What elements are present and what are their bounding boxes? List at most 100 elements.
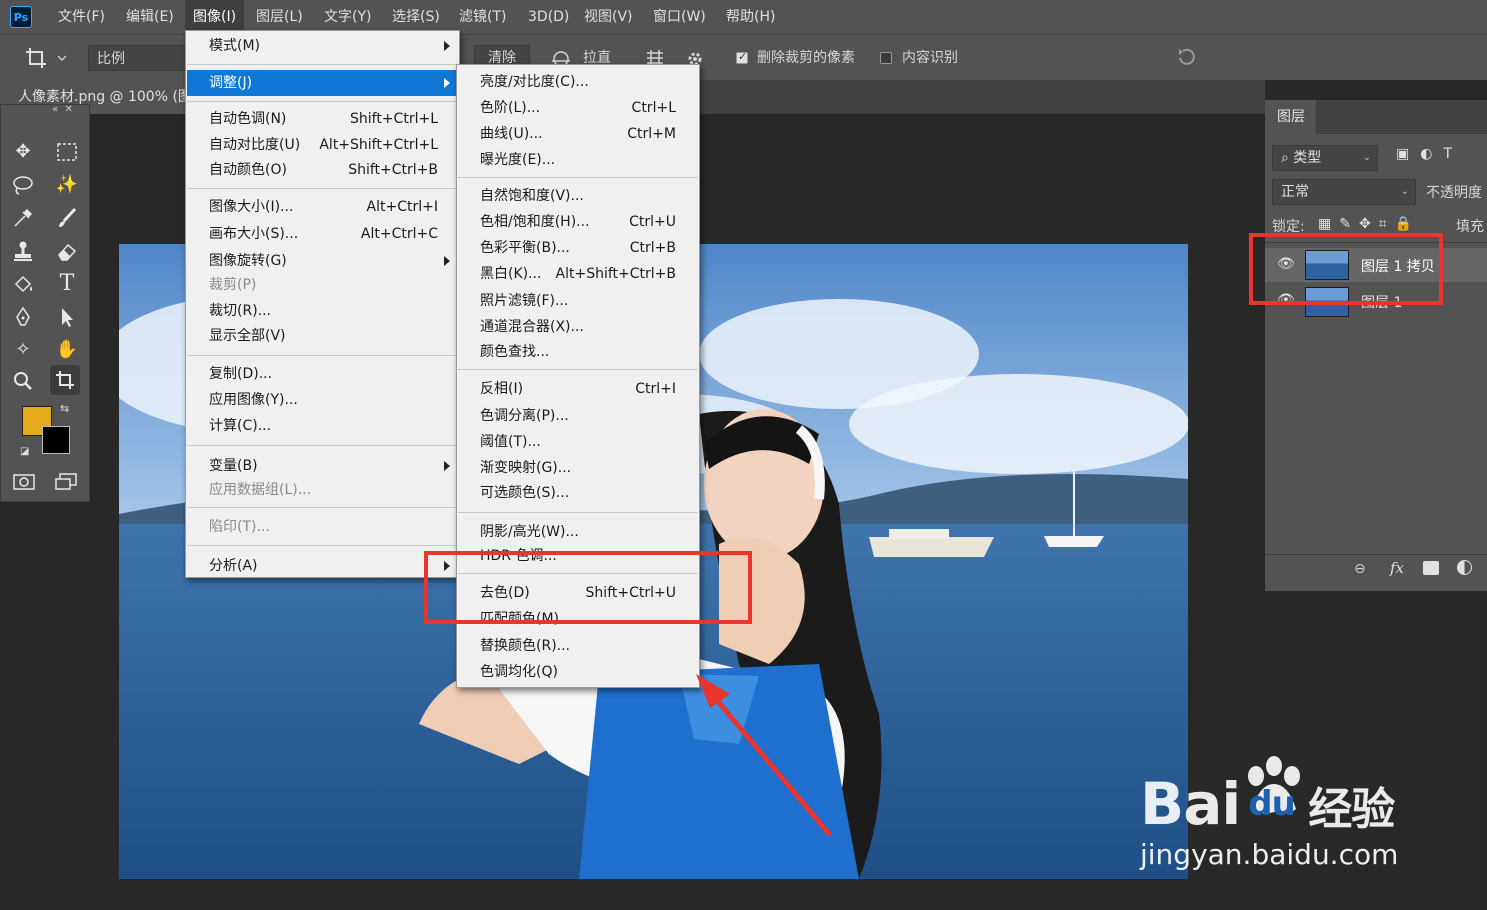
tab-layers[interactable]: 图层 <box>1265 100 1317 134</box>
menu-item[interactable]: 调整(J) <box>187 70 458 96</box>
menu-item-shortcut: Ctrl+M <box>627 126 676 142</box>
menu-item[interactable]: 阈值(T)... <box>458 429 698 455</box>
menu-item[interactable]: 自动颜色(O) Shift+Ctrl+B <box>187 157 458 183</box>
menu-item[interactable]: 反相(I) Ctrl+I <box>458 376 698 402</box>
hand-tool-icon[interactable]: ✋ <box>52 335 82 365</box>
menu-item[interactable]: 曲线(U)... Ctrl+M <box>458 121 698 147</box>
magic-wand-tool-icon[interactable]: ✨ <box>52 170 82 200</box>
menu-item-label: 自动色调(N) <box>209 111 287 127</box>
move-tool-icon[interactable]: ✥ <box>8 137 38 167</box>
menu-item[interactable]: 色相/饱和度(H)... Ctrl+U <box>458 209 698 235</box>
layer-filter-select[interactable]: ⌕ 类型 ⌄ <box>1272 145 1378 171</box>
menu-item-label: 照片滤镜(F)... <box>480 293 569 309</box>
menu-item[interactable]: 阴影/高光(W)... <box>458 519 698 545</box>
menu-item[interactable]: 自动色调(N) Shift+Ctrl+L <box>187 106 458 132</box>
baidu-watermark-url: jingyan.baidu.com <box>1140 838 1399 871</box>
menu-item[interactable]: 色调均化(Q) <box>458 659 698 685</box>
brush-tool-icon[interactable] <box>52 203 82 233</box>
content-aware-checkbox[interactable] <box>880 52 892 64</box>
type-tool-icon[interactable]: T <box>52 269 82 299</box>
menu-item[interactable]: 色调分离(P)... <box>458 403 698 429</box>
menu-item[interactable]: 分析(A) <box>187 553 458 579</box>
link-layers-icon[interactable]: ⊖ <box>1354 561 1366 577</box>
layer-filter-icons[interactable]: ▣◐T <box>1396 146 1476 168</box>
paint-bucket-tool-icon[interactable] <box>8 269 38 299</box>
submenu-arrow-icon <box>444 256 450 266</box>
menu-item-label: 应用图像(Y)... <box>209 392 298 408</box>
custom-shape-tool-icon[interactable]: ✧ <box>8 335 38 365</box>
menu-item[interactable]: 复制(D)... <box>187 361 458 387</box>
menu-item[interactable]: 色阶(L)... Ctrl+L <box>458 95 698 121</box>
crop-tool-icon[interactable] <box>50 365 80 395</box>
menu-file[interactable]: 文件(F) <box>50 0 113 34</box>
menu-item[interactable]: 色彩平衡(B)... Ctrl+B <box>458 235 698 261</box>
menu-item[interactable]: 照片滤镜(F)... <box>458 288 698 314</box>
menu-image[interactable]: 图像(I) <box>185 0 245 34</box>
swap-colors-icon[interactable]: ⇆ <box>60 402 76 416</box>
menu-item[interactable]: 曝光度(E)... <box>458 147 698 173</box>
fx-icon[interactable]: fx <box>1390 559 1404 577</box>
quick-mask-icon[interactable] <box>12 472 36 492</box>
menu-item[interactable]: 亮度/对比度(C)... <box>458 69 698 95</box>
menu-item[interactable]: 模式(M) <box>187 33 458 59</box>
menu-item[interactable]: 陷印(T)... <box>187 514 458 540</box>
crop-tool-preset-picker[interactable] <box>22 44 72 72</box>
photoshop-logo-icon[interactable]: Ps <box>10 6 32 28</box>
add-mask-icon[interactable] <box>1423 561 1439 575</box>
menu-item[interactable]: 图像大小(I)... Alt+Ctrl+I <box>187 194 458 220</box>
menu-separator <box>187 101 458 102</box>
default-colors-icon[interactable]: ◪ <box>20 446 34 460</box>
menu-item-label: 图像旋转(G) <box>209 253 287 269</box>
menu-item[interactable]: 应用数据组(L)... <box>187 477 458 503</box>
baidu-watermark-logo: Bai du 经验 <box>1140 755 1395 838</box>
menu-item[interactable]: 变量(B) <box>187 453 458 479</box>
menu-select[interactable]: 选择(S) <box>384 0 448 34</box>
submenu-arrow-icon <box>444 461 450 471</box>
menu-help[interactable]: 帮助(H) <box>718 0 783 34</box>
menu-separator <box>187 507 458 508</box>
delete-cropped-pixels-label[interactable]: 删除裁剪的像素 <box>757 47 855 67</box>
menu-layer[interactable]: 图层(L) <box>248 0 311 34</box>
screen-mode-icon[interactable] <box>54 472 78 492</box>
menu-item-label: 渐变映射(G)... <box>480 460 572 476</box>
stamp-tool-icon[interactable] <box>8 236 38 266</box>
content-aware-label[interactable]: 内容识别 <box>902 47 958 67</box>
menu-item[interactable]: 画布大小(S)... Alt+Ctrl+C <box>187 221 458 247</box>
menu-item[interactable]: 自然饱和度(V)... <box>458 183 698 209</box>
background-color-swatch[interactable] <box>42 426 70 454</box>
zoom-tool-icon[interactable] <box>8 366 38 396</box>
menu-filter[interactable]: 滤镜(T) <box>451 0 514 34</box>
menu-item[interactable]: 渐变映射(G)... <box>458 455 698 481</box>
pen-tool-icon[interactable] <box>8 302 38 332</box>
delete-cropped-pixels-checkbox[interactable] <box>736 50 748 64</box>
menu-item[interactable]: 显示全部(V) <box>187 323 458 349</box>
eraser-tool-icon[interactable] <box>52 236 82 266</box>
menu-item[interactable]: 黑白(K)... Alt+Shift+Ctrl+B <box>458 261 698 287</box>
ratio-select[interactable]: 比例 <box>88 45 188 71</box>
menu-item[interactable]: 自动对比度(U) Alt+Shift+Ctrl+L <box>187 132 458 158</box>
layers-panel-footer <box>1265 554 1487 587</box>
eyedropper-tool-icon[interactable] <box>8 203 38 233</box>
menu-separator <box>187 64 458 65</box>
menu-view[interactable]: 视图(V) <box>576 0 641 34</box>
lasso-tool-icon[interactable] <box>8 170 38 200</box>
menu-type[interactable]: 文字(Y) <box>316 0 379 34</box>
menu-item[interactable]: 裁切(R)... <box>187 298 458 324</box>
menu-window[interactable]: 窗口(W) <box>645 0 714 34</box>
menu-item[interactable]: 可选颜色(S)... <box>458 480 698 506</box>
blend-mode-select[interactable]: 正常 ⌄ <box>1272 179 1416 205</box>
menu-edit[interactable]: 编辑(E) <box>118 0 182 34</box>
toolbar-collapse-icon[interactable]: « ✕ <box>52 104 88 116</box>
path-selection-tool-icon[interactable] <box>52 302 82 332</box>
menu-item[interactable]: 计算(C)... <box>187 413 458 439</box>
menu-item[interactable]: 通道混合器(X)... <box>458 314 698 340</box>
menu-3d[interactable]: 3D(D) <box>520 0 577 34</box>
menu-item[interactable]: 应用图像(Y)... <box>187 387 458 413</box>
menu-item[interactable]: 替换颜色(R)... <box>458 633 698 659</box>
menu-item[interactable]: 图像旋转(G) <box>187 248 458 274</box>
reset-icon[interactable] <box>1174 46 1198 68</box>
marquee-tool-icon[interactable] <box>52 137 82 167</box>
adjustment-layer-icon[interactable] <box>1457 560 1472 575</box>
menu-item[interactable]: 颜色查找... <box>458 339 698 365</box>
menu-item[interactable]: 裁剪(P) <box>187 272 458 298</box>
